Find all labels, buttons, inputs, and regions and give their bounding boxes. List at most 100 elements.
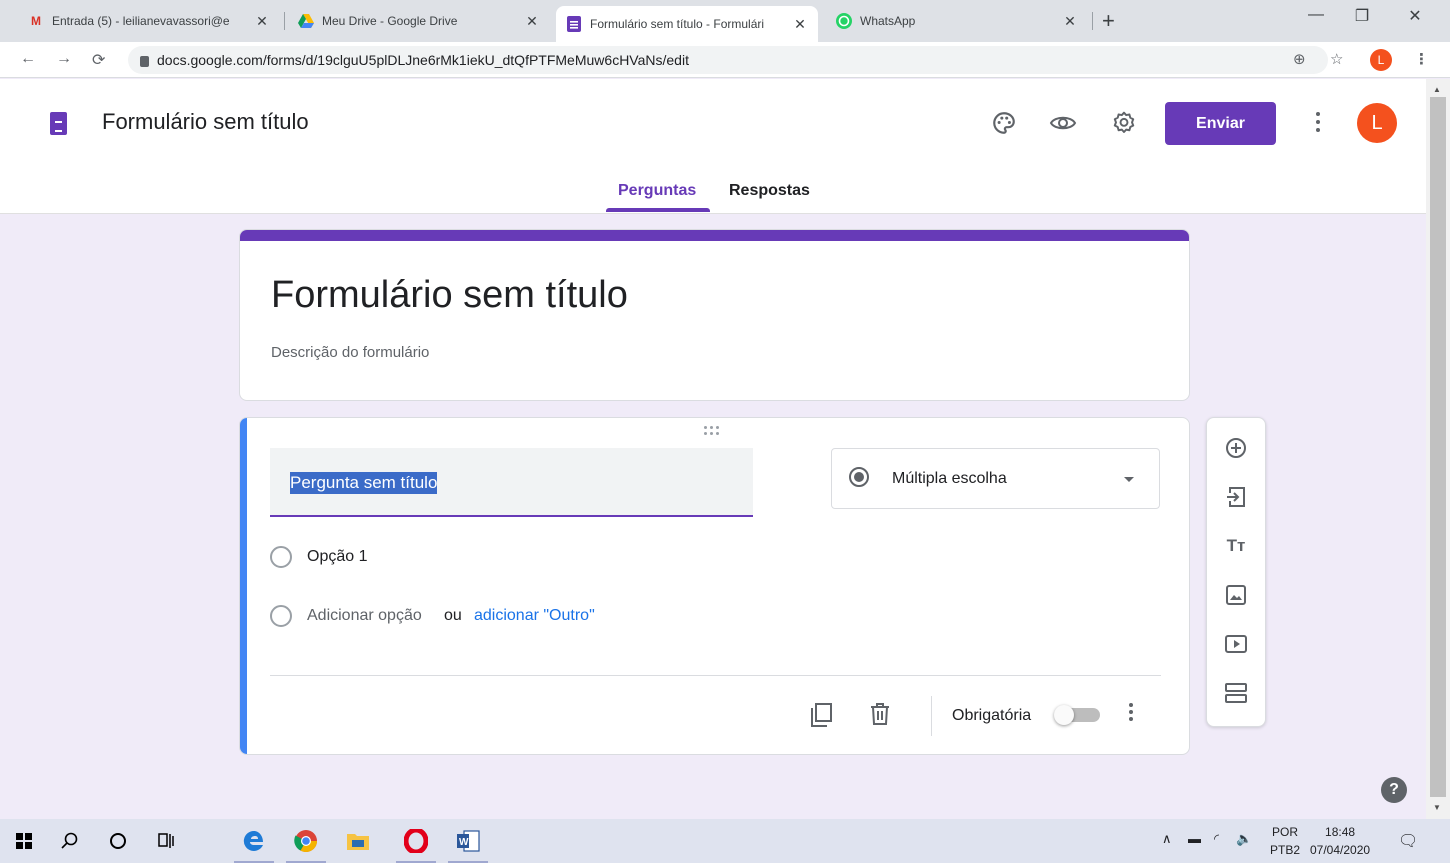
battery-icon[interactable]: ▬	[1188, 831, 1201, 846]
search-icon[interactable]	[46, 819, 94, 863]
forward-icon[interactable]: →	[56, 50, 72, 68]
more-options-icon[interactable]	[1308, 107, 1328, 137]
lang-code: POR	[1272, 825, 1299, 839]
minimize-icon[interactable]: —	[1306, 6, 1326, 24]
tab-forms[interactable]: Formulário sem título - Formulári ✕	[556, 6, 818, 42]
add-option-input[interactable]: Adicionar opção	[307, 607, 422, 625]
task-view-icon[interactable]	[142, 819, 190, 863]
notifications-icon[interactable]: 🗨	[1398, 831, 1418, 851]
dropdown-arrow-icon	[1124, 477, 1134, 482]
windows-start-icon[interactable]	[0, 819, 48, 863]
reload-icon[interactable]: ⟳	[92, 50, 105, 70]
edge-browser-icon[interactable]	[230, 819, 278, 863]
system-clock[interactable]: 18:48 07/04/2020	[1310, 823, 1370, 859]
add-question-icon[interactable]	[1224, 436, 1248, 460]
tab-title: Formulário sem título - Formulári	[590, 17, 765, 31]
document-title[interactable]: Formulário sem título	[102, 109, 309, 135]
back-icon[interactable]: ←	[20, 50, 36, 68]
wifi-icon[interactable]: ◜	[1214, 831, 1219, 847]
gmail-icon: M	[31, 14, 41, 28]
add-title-text-icon[interactable]: Tт	[1224, 534, 1248, 558]
clock-time: 18:48	[1325, 825, 1356, 839]
tab-title: Meu Drive - Google Drive	[322, 14, 458, 28]
form-title-input[interactable]: Formulário sem título	[271, 274, 628, 317]
add-image-icon[interactable]	[1224, 583, 1248, 607]
clock-date: 07/04/2020	[1310, 843, 1371, 857]
address-bar[interactable]: docs.google.com/forms/d/19clguU5plDLJne6…	[128, 46, 1328, 74]
chrome-icon[interactable]	[282, 819, 330, 863]
zoom-icon[interactable]: ⊕	[1293, 50, 1306, 68]
tab-drive[interactable]: Meu Drive - Google Drive ✕	[288, 6, 550, 36]
whatsapp-icon	[836, 13, 852, 29]
question-footer-divider	[270, 675, 1161, 676]
scroll-down-icon[interactable]: ▼	[1433, 803, 1441, 812]
add-video-icon[interactable]	[1224, 632, 1248, 656]
close-tab-icon[interactable]: ✕	[524, 13, 540, 30]
option-1-input[interactable]: Opção 1	[307, 548, 367, 566]
bookmark-star-icon[interactable]: ☆	[1330, 50, 1343, 68]
new-tab-button[interactable]: +	[1102, 8, 1115, 34]
word-icon[interactable]: W	[444, 819, 492, 863]
file-explorer-icon[interactable]	[334, 819, 382, 863]
send-button[interactable]: Enviar	[1165, 102, 1276, 145]
preview-eye-icon[interactable]	[1049, 109, 1077, 137]
question-more-options-icon[interactable]	[1126, 700, 1136, 724]
cortana-icon[interactable]	[94, 819, 142, 863]
active-tab-indicator	[606, 208, 710, 212]
close-tab-icon[interactable]: ✕	[254, 13, 270, 30]
form-description-input[interactable]: Descrição do formulário	[271, 344, 429, 361]
required-label: Obrigatória	[952, 707, 1032, 724]
profile-avatar[interactable]: L	[1370, 49, 1392, 71]
windows-taskbar: W ∧ ▬ ◜ 🔈 POR PTB2 18:48 07/04/2020 🗨	[0, 819, 1450, 863]
form-title-card: Formulário sem título Descrição do formu…	[239, 229, 1190, 401]
close-tab-icon[interactable]: ✕	[792, 16, 808, 33]
lock-icon	[140, 55, 149, 67]
page-scrollbar[interactable]: ▲ ▼	[1426, 79, 1450, 819]
radio-button-icon	[849, 467, 869, 487]
svg-text:W: W	[459, 837, 469, 848]
keyboard-layout: PTB2	[1270, 843, 1301, 857]
tab-title: Entrada (5) - leilianevavassori@e	[52, 14, 230, 28]
add-section-icon[interactable]	[1224, 681, 1248, 705]
drive-icon	[298, 13, 314, 29]
close-window-icon[interactable]: ✕	[1405, 6, 1425, 26]
tab-gmail[interactable]: M Entrada (5) - leilianevavassori@e ✕	[18, 6, 280, 36]
url-text: docs.google.com/forms/d/19clguU5plDLJne6…	[157, 52, 689, 68]
question-title-input[interactable]: Pergunta sem título	[270, 448, 753, 517]
scrollbar-thumb[interactable]	[1430, 97, 1446, 797]
add-option-radio	[270, 605, 292, 627]
import-questions-icon[interactable]	[1224, 485, 1248, 509]
question-card[interactable]: Pergunta sem título Múltipla escolha Opç…	[239, 417, 1190, 755]
browser-menu-icon[interactable]: ⋮	[1414, 50, 1429, 68]
browser-toolbar: ← → ⟳ docs.google.com/forms/d/19clguU5pl…	[0, 42, 1450, 78]
tab-responses[interactable]: Respostas	[729, 182, 810, 200]
drag-handle-icon[interactable]	[704, 426, 719, 435]
forms-header: Formulário sem título Enviar L Perguntas…	[0, 79, 1426, 214]
tab-whatsapp[interactable]: WhatsApp ✕	[826, 6, 1088, 36]
opera-icon[interactable]	[392, 819, 440, 863]
scroll-up-icon[interactable]: ▲	[1433, 85, 1441, 94]
forms-logo-icon[interactable]	[50, 112, 67, 135]
delete-trash-icon[interactable]	[870, 703, 890, 730]
floating-toolbar: Tт	[1206, 417, 1266, 727]
tab-questions[interactable]: Perguntas	[618, 182, 696, 200]
add-other-link[interactable]: adicionar "Outro"	[474, 607, 595, 625]
palette-icon[interactable]	[990, 109, 1018, 137]
focus-indicator-bar	[240, 418, 247, 754]
forms-icon	[566, 16, 582, 32]
option-radio	[270, 546, 292, 568]
account-avatar[interactable]: L	[1357, 103, 1397, 143]
volume-icon[interactable]: 🔈	[1236, 831, 1252, 847]
help-icon[interactable]: ?	[1381, 777, 1407, 803]
input-language-indicator[interactable]: POR PTB2	[1270, 823, 1300, 859]
question-type-dropdown[interactable]: Múltipla escolha	[831, 448, 1160, 509]
required-toggle[interactable]	[1054, 705, 1100, 725]
question-type-label: Múltipla escolha	[892, 470, 1007, 487]
question-title-text: Pergunta sem título	[290, 472, 438, 494]
settings-gear-icon[interactable]	[1110, 109, 1138, 137]
tray-chevron-icon[interactable]: ∧	[1162, 831, 1172, 847]
close-tab-icon[interactable]: ✕	[1062, 13, 1078, 30]
duplicate-icon[interactable]	[810, 703, 832, 732]
restore-icon[interactable]: ❐	[1352, 6, 1372, 26]
browser-tab-strip: M Entrada (5) - leilianevavassori@e ✕ Me…	[0, 0, 1450, 42]
